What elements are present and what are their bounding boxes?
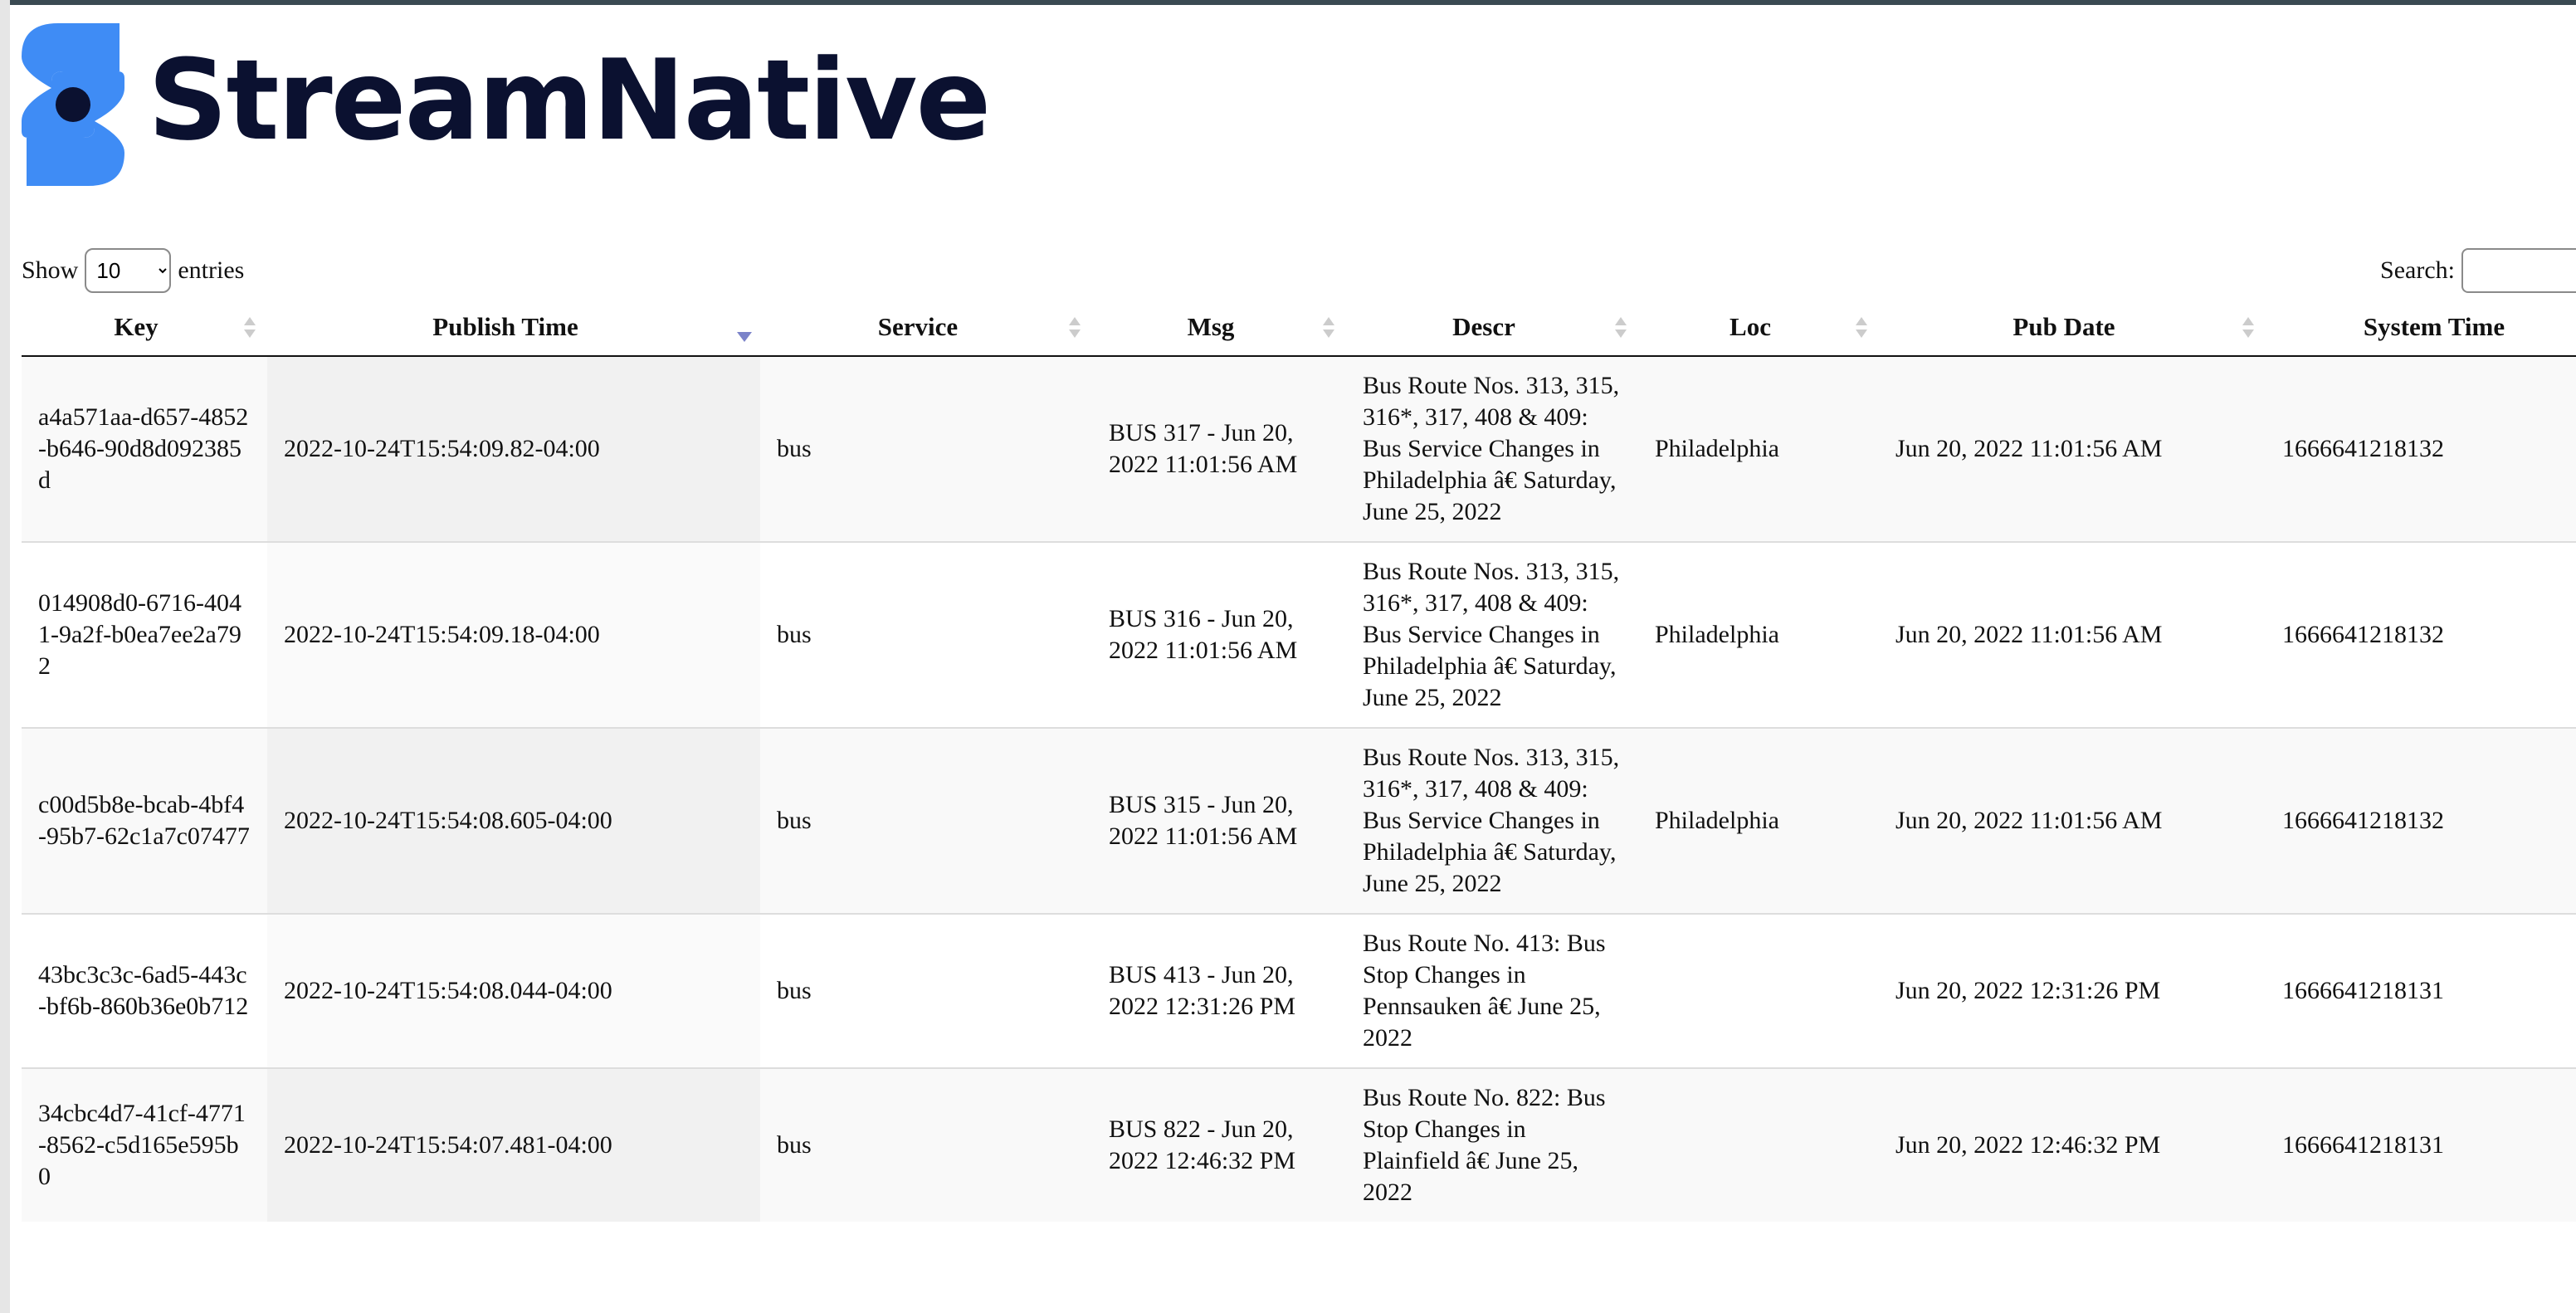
cell-service: bus <box>760 727 1092 914</box>
cell-pub-date: Jun 20, 2022 11:01:56 AM <box>1879 356 2266 542</box>
sort-both-icon <box>1615 317 1627 339</box>
cell-system-time: 1666641218132 <box>2266 727 2576 914</box>
cell-pub-date: Jun 20, 2022 12:31:26 PM <box>1879 913 2266 1068</box>
cell-key: 34cbc4d7-41cf-4771-8562-c5d165e595b0 <box>22 1067 267 1222</box>
table-header-row: Key Publish Time Service Msg Descr Loc P… <box>22 299 2576 357</box>
search-label: Search: <box>2380 256 2455 284</box>
search-input[interactable] <box>2461 248 2576 293</box>
entries-label: entries <box>178 256 245 284</box>
column-header-pub-date[interactable]: Pub Date <box>1879 299 2266 357</box>
sort-both-icon <box>2242 317 2254 339</box>
data-table: Key Publish Time Service Msg Descr Loc P… <box>22 299 2576 1222</box>
cell-descr: Bus Route Nos. 313, 315, 316*, 317, 408 … <box>1346 541 1638 728</box>
cell-msg: BUS 413 - Jun 20, 2022 12:31:26 PM <box>1092 913 1346 1068</box>
cell-system-time: 1666641218131 <box>2266 913 2576 1068</box>
table-row: 43bc3c3c-6ad5-443c-bf6b-860b36e0b712 202… <box>22 913 2576 1068</box>
cell-publish-time: 2022-10-24T15:54:07.481-04:00 <box>267 1067 760 1222</box>
cell-key: c00d5b8e-bcab-4bf4-95b7-62c1a7c07477 <box>22 727 267 914</box>
cell-publish-time: 2022-10-24T15:54:08.044-04:00 <box>267 913 760 1068</box>
sort-descending-icon <box>737 317 752 342</box>
page-length-control: Show 10 entries <box>22 247 244 294</box>
column-header-service[interactable]: Service <box>760 299 1092 357</box>
cell-publish-time: 2022-10-24T15:54:08.605-04:00 <box>267 727 760 914</box>
cell-pub-date: Jun 20, 2022 12:46:32 PM <box>1879 1067 2266 1222</box>
cell-msg: BUS 822 - Jun 20, 2022 12:46:32 PM <box>1092 1067 1346 1222</box>
sort-both-icon <box>1069 317 1081 339</box>
table-row: 014908d0-6716-4041-9a2f-b0ea7ee2a792 202… <box>22 541 2576 728</box>
cell-descr: Bus Route No. 413: Bus Stop Changes in P… <box>1346 913 1638 1068</box>
table-row: c00d5b8e-bcab-4bf4-95b7-62c1a7c07477 202… <box>22 727 2576 914</box>
column-header-publish-time[interactable]: Publish Time <box>267 299 760 357</box>
show-label: Show <box>22 256 79 284</box>
cell-msg: BUS 315 - Jun 20, 2022 11:01:56 AM <box>1092 727 1346 914</box>
cell-key: 014908d0-6716-4041-9a2f-b0ea7ee2a792 <box>22 541 267 728</box>
brand-name: StreamNative <box>148 36 991 165</box>
cell-system-time: 1666641218131 <box>2266 1067 2576 1222</box>
table-row: a4a571aa-d657-4852-b646-90d8d092385d 202… <box>22 356 2576 542</box>
page-length-select[interactable]: 10 <box>85 248 172 293</box>
cell-msg: BUS 316 - Jun 20, 2022 11:01:56 AM <box>1092 541 1346 728</box>
sort-both-icon <box>244 317 256 339</box>
search-control: Search: <box>2380 247 2576 294</box>
cell-descr: Bus Route Nos. 313, 315, 316*, 317, 408 … <box>1346 727 1638 914</box>
table-row: 34cbc4d7-41cf-4771-8562-c5d165e595b0 202… <box>22 1067 2576 1222</box>
cell-service: bus <box>760 913 1092 1068</box>
cell-system-time: 1666641218132 <box>2266 541 2576 728</box>
column-header-descr[interactable]: Descr <box>1346 299 1638 357</box>
streamnative-logo: StreamNative <box>22 23 991 186</box>
column-header-loc[interactable]: Loc <box>1638 299 1879 357</box>
window-left-border <box>0 0 10 1313</box>
window-top-border <box>0 0 2576 5</box>
sort-both-icon <box>1856 317 1867 339</box>
cell-loc <box>1638 1067 1879 1222</box>
cell-publish-time: 2022-10-24T15:54:09.18-04:00 <box>267 541 760 728</box>
cell-system-time: 1666641218132 <box>2266 356 2576 542</box>
cell-loc: Philadelphia <box>1638 541 1879 728</box>
cell-pub-date: Jun 20, 2022 11:01:56 AM <box>1879 727 2266 914</box>
column-header-system-time[interactable]: System Time <box>2266 299 2576 357</box>
cell-msg: BUS 317 - Jun 20, 2022 11:01:56 AM <box>1092 356 1346 542</box>
cell-loc: Philadelphia <box>1638 356 1879 542</box>
cell-descr: Bus Route No. 822: Bus Stop Changes in P… <box>1346 1067 1638 1222</box>
cell-service: bus <box>760 1067 1092 1222</box>
streamnative-mark-icon <box>22 23 124 186</box>
cell-service: bus <box>760 356 1092 542</box>
cell-service: bus <box>760 541 1092 728</box>
cell-descr: Bus Route Nos. 313, 315, 316*, 317, 408 … <box>1346 356 1638 542</box>
cell-key: 43bc3c3c-6ad5-443c-bf6b-860b36e0b712 <box>22 913 267 1068</box>
sort-both-icon <box>1323 317 1334 339</box>
column-header-key[interactable]: Key <box>22 299 267 357</box>
cell-loc <box>1638 913 1879 1068</box>
cell-loc: Philadelphia <box>1638 727 1879 914</box>
cell-pub-date: Jun 20, 2022 11:01:56 AM <box>1879 541 2266 728</box>
cell-key: a4a571aa-d657-4852-b646-90d8d092385d <box>22 356 267 542</box>
column-header-msg[interactable]: Msg <box>1092 299 1346 357</box>
cell-publish-time: 2022-10-24T15:54:09.82-04:00 <box>267 356 760 542</box>
